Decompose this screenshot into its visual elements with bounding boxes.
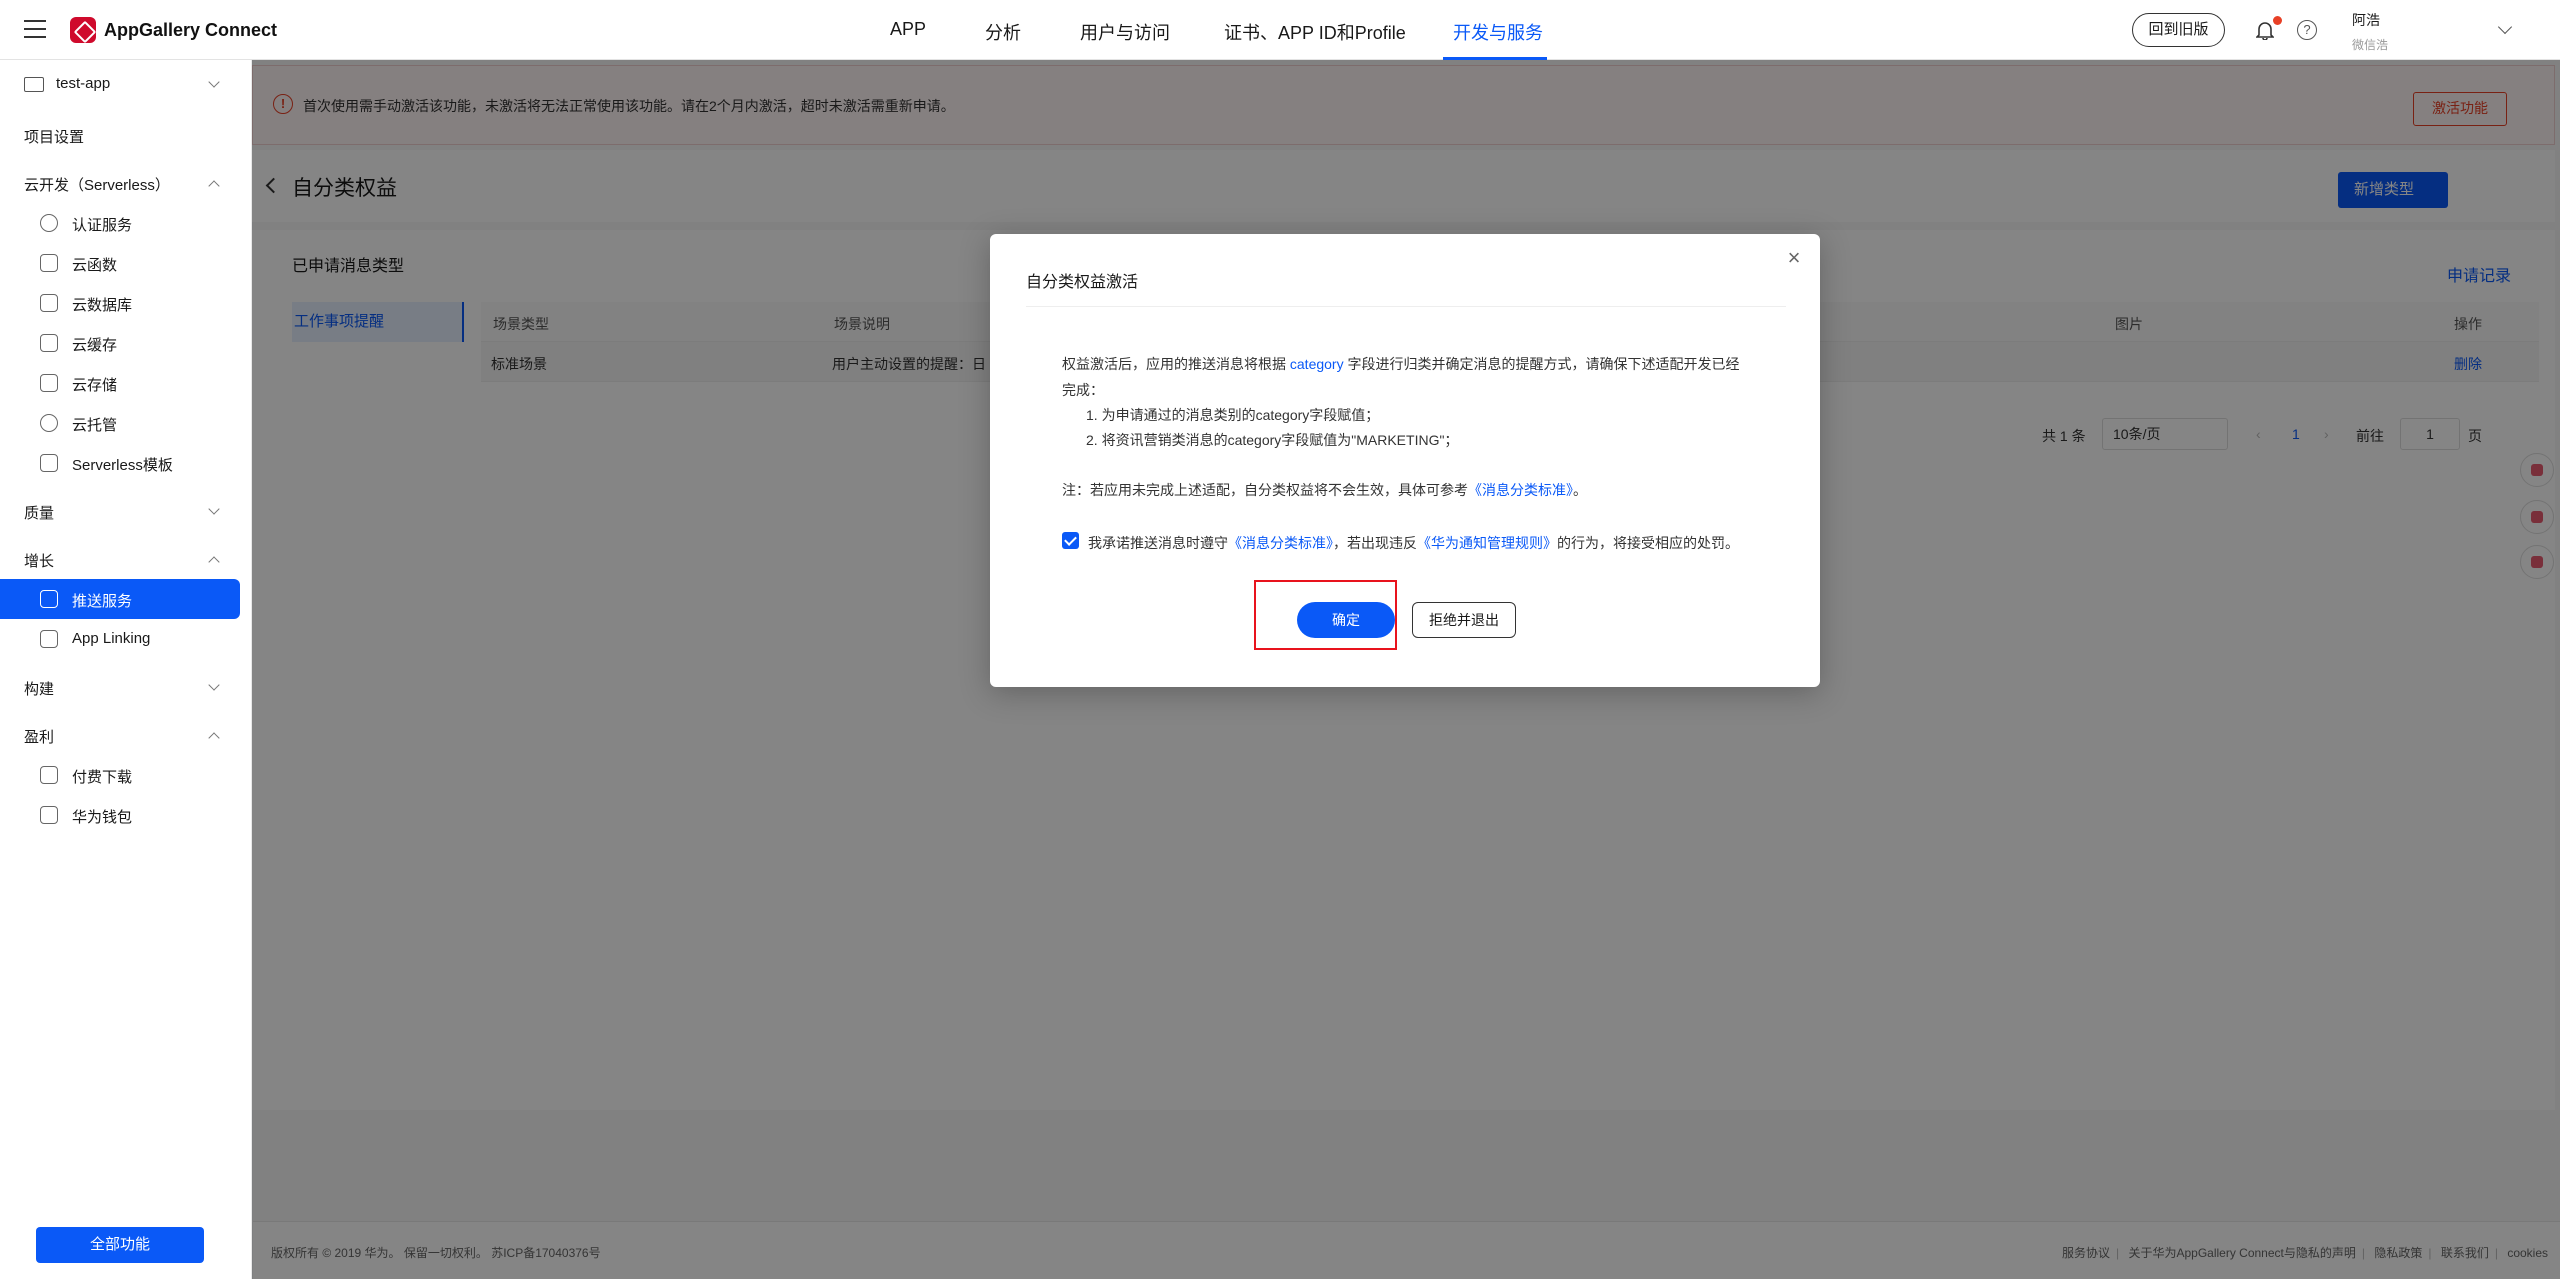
notification-rules-link[interactable]: 《华为通知管理规则》 [1417,535,1557,551]
dialog-text: 的行为，将接受相应的处罚。 [1557,535,1739,551]
nav-app[interactable]: APP [890,19,926,40]
dialog-text: ，若出现违反 [1333,535,1417,551]
sidebar-group-growth[interactable]: 增长 [0,539,252,579]
sidebar-item-cloud-db[interactable]: 云数据库 [0,283,252,323]
step-2: 2. 将资讯营销类消息的category字段赋值为"MARKETING"； [1086,432,1459,448]
sidebar-item-cloud-functions[interactable]: 云函数 [0,243,252,283]
dialog-note: 注：若应用未完成上述适配，自分类权益将不会生效，具体可参考《消息分类标准》。 [1062,480,1587,500]
sidebar-item-auth[interactable]: 认证服务 [0,203,252,243]
dialog-paragraph: 权益激活后，应用的推送消息将根据 category 字段进行归类并确定消息的提醒… [1062,354,1739,374]
wallet-icon [40,806,58,824]
chevron-down-icon[interactable] [2497,19,2513,35]
dialog-text: 注：若应用未完成上述适配，自分类权益将不会生效，具体可参考 [1062,482,1468,498]
dialog-text: 我承诺推送消息时遵守 [1088,535,1228,551]
sidebar-group-serverless[interactable]: 云开发（Serverless） [0,163,252,203]
dialog-text: 完成： [1062,382,1104,398]
project-selector[interactable]: test-app [0,64,252,104]
sidebar-item-paid-download[interactable]: 付费下载 [0,755,252,795]
sidebar-item-label: 付费下载 [72,769,133,786]
huawei-logo-icon[interactable] [70,17,96,43]
help-icon[interactable]: ? [2297,20,2317,40]
dialog-text: 权益激活后，应用的推送消息将根据 [1062,356,1286,372]
sidebar-item-label: 云函数 [72,257,118,274]
template-icon [40,454,58,472]
sidebar-item-label: 项目设置 [24,129,85,146]
sidebar-item-label: 云缓存 [72,337,118,354]
sidebar-item-label: 云托管 [72,417,118,434]
chevron-up-icon [208,732,220,744]
category-link[interactable]: category [1290,356,1344,372]
old-version-button[interactable]: 回到旧版 [2132,13,2225,47]
sidebar-item-label: 云存储 [72,377,118,394]
sidebar-item-label: Serverless模板 [72,457,173,474]
user-subtitle: 微信浩 [2352,38,2389,52]
nav-certificates[interactable]: 证书、APP ID和Profile [1224,19,1406,45]
sidebar-item-label: 华为钱包 [72,809,133,826]
sidebar-item-serverless-template[interactable]: Serverless模板 [0,443,252,483]
top-header: AppGallery Connect APP 分析 用户与访问 证书、APP I… [0,0,2560,60]
sidebar-item-label: 构建 [24,681,55,698]
user-name[interactable]: 阿浩 [2352,10,2380,30]
database-icon [40,294,58,312]
sidebar-item-label: 云开发（Serverless） [24,177,170,194]
sidebar-group-monetize[interactable]: 盈利 [0,715,252,755]
folder-icon [24,77,44,92]
reject-exit-button[interactable]: 拒绝并退出 [1412,602,1516,638]
sidebar-item-project-settings[interactable]: 项目设置 [0,115,252,155]
sidebar-item-label: 增长 [24,553,55,570]
chevron-down-icon [208,679,220,691]
dialog-title: 自分类权益激活 [1026,274,1139,291]
shield-icon [40,214,58,232]
sidebar-item-label: 云数据库 [72,297,133,314]
storage-icon [40,374,58,392]
sidebar-item-cloud-storage[interactable]: 云存储 [0,363,252,403]
chevron-down-icon [208,76,220,88]
agree-checkbox[interactable] [1062,532,1079,549]
sidebar-item-push[interactable]: 推送服务 [0,579,240,619]
sidebar-item-label: 推送服务 [72,593,133,610]
notification-dot [2273,16,2282,25]
dialog-text: 。 [1573,482,1587,498]
dialog-divider [1026,306,1786,307]
step-1: 1. 为申请通过的消息类别的category字段赋值； [1086,407,1380,423]
sidebar-item-label: 认证服务 [72,217,133,234]
sidebar-item-cloud-cache[interactable]: 云缓存 [0,323,252,363]
project-name: test-app [56,75,111,92]
nav-analytics[interactable]: 分析 [985,19,1021,45]
sidebar-item-cloud-hosting[interactable]: 云托管 [0,403,252,443]
chevron-up-icon [208,556,220,568]
sidebar-item-label: 质量 [24,505,55,522]
menu-icon[interactable] [24,20,46,38]
agree-text: 我承诺推送消息时遵守《消息分类标准》，若出现违反《华为通知管理规则》的行为，将接… [1088,533,1739,553]
nav-users-access[interactable]: 用户与访问 [1080,19,1170,45]
sidebar-item-label: App Linking [72,630,151,647]
cache-icon [40,334,58,352]
chevron-down-icon [208,503,220,515]
dialog-text: 字段进行归类并确定消息的提醒方式，请确保下述适配开发已经 [1347,356,1740,372]
receipt-icon [40,766,58,784]
activation-dialog: 自分类权益激活 × 权益激活后，应用的推送消息将根据 category 字段进行… [990,234,1820,687]
sidebar-item-wallet[interactable]: 华为钱包 [0,795,252,835]
close-icon[interactable]: × [1782,246,1806,270]
sidebar-item-app-linking[interactable]: App Linking [0,619,252,659]
sidebar-group-quality[interactable]: 质量 [0,491,252,531]
confirm-button[interactable]: 确定 [1297,602,1395,638]
app-name[interactable]: AppGallery Connect [104,20,277,41]
cloud-function-icon [40,254,58,272]
nav-dev-services[interactable]: 开发与服务 [1453,19,1543,45]
bell-icon[interactable] [2256,20,2274,40]
rocket-icon [40,590,58,608]
sidebar: test-app 项目设置 云开发（Serverless） 认证服务 云函数 云… [0,60,252,1279]
classification-standard-link[interactable]: 《消息分类标准》 [1228,535,1333,551]
sidebar-item-label: 盈利 [24,729,55,746]
classification-standard-link[interactable]: 《消息分类标准》 [1468,482,1573,498]
sidebar-group-build[interactable]: 构建 [0,667,252,707]
all-functions-button[interactable]: 全部功能 [36,1227,204,1263]
link-icon [40,630,58,648]
globe-icon [40,414,58,432]
chevron-up-icon [208,180,220,192]
